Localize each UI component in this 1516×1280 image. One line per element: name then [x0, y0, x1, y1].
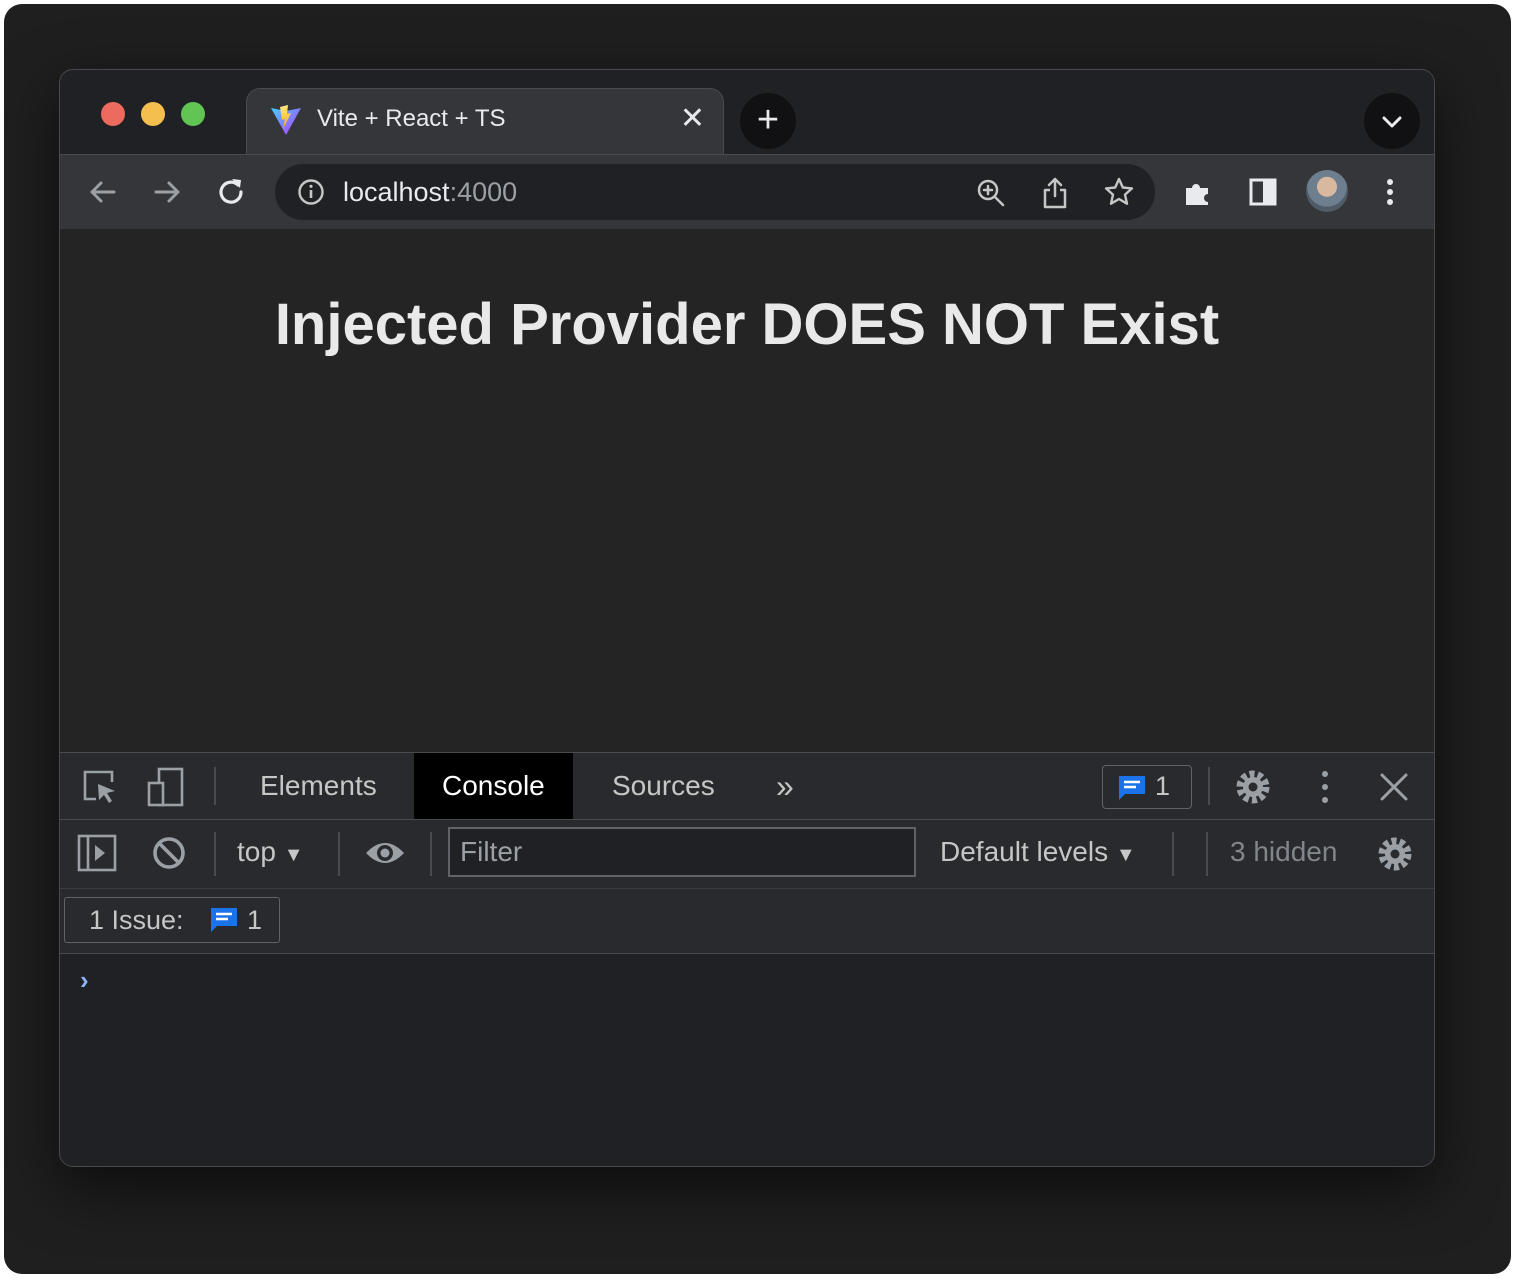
browser-window: Vite + React + TS ✕ + localhost:4000 Inj… — [59, 69, 1435, 1167]
browser-toolbar: localhost:4000 — [60, 154, 1434, 230]
separator — [1206, 832, 1208, 876]
separator — [214, 832, 216, 876]
chat-icon — [1119, 776, 1145, 800]
separator — [214, 767, 216, 805]
console-filter-input[interactable] — [448, 827, 916, 877]
vite-logo-icon — [271, 105, 301, 135]
tab-sources[interactable]: Sources — [584, 753, 743, 819]
sidebar-toggle-icon[interactable] — [77, 834, 117, 872]
url-text: localhost:4000 — [343, 177, 517, 208]
kebab-menu-icon[interactable] — [1310, 768, 1340, 806]
reload-icon[interactable] — [214, 175, 248, 209]
forward-arrow-icon[interactable] — [150, 175, 184, 209]
hidden-messages-count: 3 hidden — [1230, 836, 1338, 867]
context-value: top — [237, 836, 276, 867]
maximize-window-button[interactable] — [181, 102, 205, 126]
separator — [1208, 767, 1210, 805]
share-icon[interactable] — [1039, 176, 1071, 210]
tab-elements[interactable]: Elements — [232, 753, 405, 819]
kebab-menu-icon[interactable] — [1373, 175, 1407, 209]
devtools-tab-bar: Elements Console Sources » 1 — [60, 753, 1434, 820]
issues-badge-count: 1 — [1155, 771, 1171, 801]
page-heading: Injected Provider DOES NOT Exist — [274, 292, 1220, 357]
close-window-button[interactable] — [101, 102, 125, 126]
info-icon[interactable] — [297, 178, 325, 206]
chevron-down-icon — [1382, 116, 1402, 128]
close-icon[interactable] — [1378, 771, 1410, 803]
gear-icon[interactable] — [1234, 768, 1272, 806]
plus-icon[interactable]: + — [740, 93, 796, 149]
star-icon[interactable] — [1103, 176, 1135, 208]
side-panel-icon[interactable] — [1246, 175, 1280, 209]
context-selector[interactable]: top ▼ — [237, 836, 304, 868]
console-toolbar: top ▼ Default levels ▼ 3 hidden — [60, 820, 1434, 889]
page-viewport: Injected Provider DOES NOT Exist — [60, 229, 1434, 752]
separator — [338, 832, 340, 876]
zoom-icon[interactable] — [975, 177, 1007, 209]
browser-tab[interactable]: Vite + React + TS ✕ — [246, 88, 724, 155]
eye-icon[interactable] — [364, 835, 406, 871]
gear-icon[interactable] — [1376, 835, 1414, 873]
issues-row: 1 Issue: 1 — [60, 889, 1434, 954]
inspect-icon[interactable] — [80, 767, 120, 807]
url-port: :4000 — [449, 177, 518, 207]
devtools-panel: Elements Console Sources » 1 top ▼ Filte… — [60, 752, 1434, 1166]
clear-console-icon[interactable] — [151, 835, 187, 871]
avatar[interactable] — [1306, 170, 1348, 212]
back-arrow-icon[interactable] — [86, 175, 120, 209]
issues-count: 1 — [247, 905, 263, 935]
more-tabs-button[interactable]: » — [748, 753, 822, 819]
dropdown-arrow-icon: ▼ — [283, 844, 304, 866]
issues-badge[interactable]: 1 — [1102, 765, 1192, 809]
separator — [1172, 832, 1174, 876]
minimize-window-button[interactable] — [141, 102, 165, 126]
issues-button[interactable]: 1 Issue: 1 — [64, 897, 280, 943]
tab-console[interactable]: Console — [414, 753, 573, 819]
tab-strip: Vite + React + TS ✕ + — [60, 70, 1434, 155]
tab-title: Vite + React + TS — [317, 105, 506, 132]
url-host: localhost — [343, 177, 450, 207]
extensions-icon[interactable] — [1182, 175, 1216, 209]
issues-label: 1 Issue: — [89, 905, 184, 935]
dropdown-arrow-icon: ▼ — [1115, 844, 1136, 866]
close-icon[interactable]: ✕ — [680, 103, 705, 135]
console-prompt[interactable]: › — [80, 965, 89, 996]
separator — [430, 832, 432, 876]
log-levels-value: Default levels — [940, 836, 1109, 867]
tab-search-button[interactable] — [1364, 93, 1420, 149]
device-toolbar-icon[interactable] — [146, 766, 186, 808]
chat-icon — [211, 908, 237, 932]
log-levels-dropdown[interactable]: Default levels ▼ — [940, 836, 1136, 868]
address-bar[interactable]: localhost:4000 — [275, 164, 1155, 220]
